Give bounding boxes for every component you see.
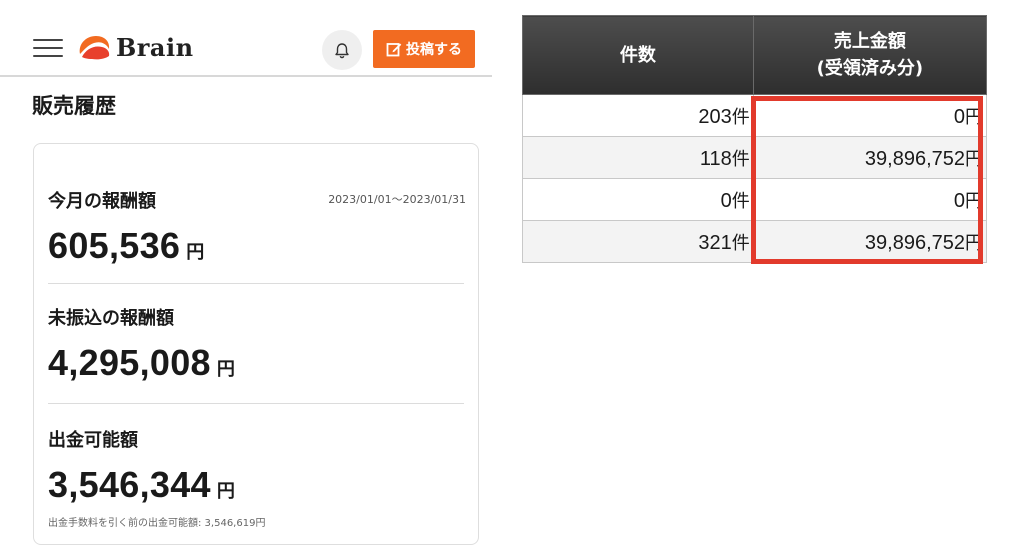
menu-icon[interactable] bbox=[33, 39, 63, 57]
brand-name: Brain bbox=[116, 32, 194, 62]
section-divider bbox=[48, 283, 464, 284]
count-cell: 118件 bbox=[522, 136, 754, 179]
date-range: 2023/01/01〜2023/01/31 bbox=[328, 193, 466, 206]
table-row: 203件 0円 bbox=[522, 94, 988, 137]
withdrawable-amount: 3,546,344 円 bbox=[48, 464, 236, 505]
table-row: 118件 39,896,752円 bbox=[522, 136, 988, 179]
sales-cell: 39,896,752円 bbox=[752, 136, 988, 179]
table-row: 0件 0円 bbox=[522, 178, 988, 221]
post-button-label: 投稿する bbox=[406, 42, 462, 58]
earnings-summary-card: 今月の報酬額 2023/01/01〜2023/01/31 605,536 円 未振… bbox=[33, 143, 479, 545]
withdrawable-label: 出金可能額 bbox=[48, 430, 138, 451]
withdrawable-section: 出金可能額 3,546,344 円 出金手数料を引く前の出金可能額: 3,546,… bbox=[48, 426, 464, 529]
post-button[interactable]: 投稿する bbox=[373, 30, 475, 68]
edit-icon bbox=[386, 43, 402, 57]
monthly-reward-section: 今月の報酬額 2023/01/01〜2023/01/31 605,536 円 bbox=[48, 187, 466, 267]
header-divider bbox=[0, 75, 492, 77]
brain-logo[interactable]: Brain bbox=[76, 29, 194, 65]
count-cell: 203件 bbox=[522, 94, 754, 137]
sales-cell: 0円 bbox=[752, 178, 988, 221]
notification-bell-icon[interactable] bbox=[322, 30, 362, 70]
sales-column-header: 売上金額 (受領済み分) bbox=[752, 15, 988, 95]
sales-cell: 0円 bbox=[752, 94, 988, 137]
withdrawal-fee-note: 出金手数料を引く前の出金可能額: 3,546,619円 bbox=[48, 518, 266, 529]
untransferred-reward-section: 未振込の報酬額 4,295,008 円 bbox=[48, 304, 464, 384]
count-column-header: 件数 bbox=[522, 15, 754, 95]
monthly-reward-amount: 605,536 円 bbox=[48, 225, 205, 266]
count-cell: 0件 bbox=[522, 178, 754, 221]
table-header-row: 件数 売上金額 (受領済み分) bbox=[522, 15, 988, 95]
count-cell: 321件 bbox=[522, 220, 754, 263]
table-row: 321件 39,896,752円 bbox=[522, 220, 988, 263]
sales-history-screen: Brain 投稿する 販売履歴 今月の報酬額 2023/01/01〜2023/0… bbox=[0, 0, 492, 545]
untransferred-reward-label: 未振込の報酬額 bbox=[48, 308, 174, 329]
sales-cell: 39,896,752円 bbox=[752, 220, 988, 263]
brain-logo-icon bbox=[79, 36, 110, 60]
app-header: Brain 投稿する bbox=[0, 0, 492, 76]
page-title: 販売履歴 bbox=[32, 94, 116, 118]
section-divider bbox=[48, 403, 464, 404]
sales-table-panel: 件数 売上金額 (受領済み分) 203件 0円 118件 39,896,752円 … bbox=[522, 15, 990, 264]
sales-table: 件数 売上金額 (受領済み分) 203件 0円 118件 39,896,752円 … bbox=[522, 15, 988, 263]
untransferred-reward-amount: 4,295,008 円 bbox=[48, 342, 236, 383]
